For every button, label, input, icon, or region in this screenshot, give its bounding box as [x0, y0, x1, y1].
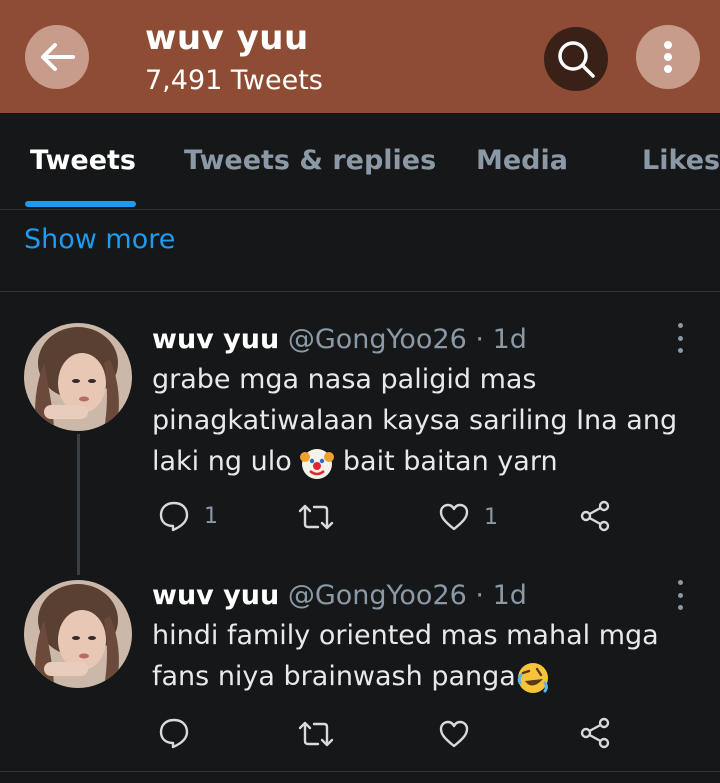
avatar[interactable] [24, 323, 132, 431]
tweet-more-button[interactable] [672, 323, 688, 353]
more-options-button[interactable] [636, 25, 700, 89]
tab-tweets-and-replies[interactable]: Tweets & replies [184, 145, 436, 176]
tweet-author-name[interactable]: wuv yuu [152, 580, 279, 611]
share-icon [580, 717, 610, 749]
retweet-button[interactable] [298, 502, 348, 532]
like-button[interactable] [438, 719, 484, 749]
heart-icon [439, 503, 469, 531]
tweet-more-button[interactable] [672, 580, 688, 610]
tab-tweets[interactable]: Tweets [30, 145, 136, 176]
tweet-text: hindi family oriented mas mahal mga fans… [152, 615, 692, 697]
back-button[interactable] [25, 25, 89, 89]
clown-face-icon [300, 448, 335, 479]
divider [0, 771, 720, 772]
tweet-time: · 1d [475, 324, 527, 355]
share-button[interactable] [579, 717, 611, 749]
arrow-left-icon [41, 43, 75, 71]
tweet-time: · 1d [475, 580, 527, 611]
reply-button[interactable]: 1 [158, 500, 218, 532]
reply-count: 1 [204, 503, 218, 529]
retweet-button[interactable] [298, 719, 348, 749]
tweet-header: wuv yuu @GongYoo26 · 1d [152, 580, 527, 611]
comment-icon [159, 718, 189, 749]
profile-tabs: Tweets Tweets & replies Media Likes [0, 113, 720, 210]
reply-button[interactable] [158, 717, 204, 749]
search-button[interactable] [544, 27, 608, 91]
retweet-icon [298, 721, 334, 747]
rolling-on-floor-laughing-icon [517, 662, 548, 693]
avatar[interactable] [24, 580, 132, 688]
tweet-handle[interactable]: @GongYoo26 [288, 324, 467, 355]
profile-header: wuv yuu 7,491 Tweets [0, 0, 720, 113]
share-button[interactable] [579, 500, 611, 532]
like-button[interactable]: 1 [438, 502, 498, 532]
like-count: 1 [484, 504, 498, 530]
tab-likes[interactable]: Likes [642, 145, 720, 176]
tweet-handle[interactable]: @GongYoo26 [288, 580, 467, 611]
tab-media[interactable]: Media [476, 145, 568, 176]
search-icon [558, 41, 595, 78]
tweet-text-line: fans niya brainwash panga [152, 656, 692, 697]
divider [0, 291, 720, 292]
more-vertical-icon [664, 41, 672, 73]
tweet-text-line: hindi family oriented mas mahal mga [152, 620, 659, 651]
thread-line [77, 434, 80, 575]
comment-icon [159, 501, 189, 532]
tweet-text: grabe mga nasa paligid mas pinagkatiwala… [152, 359, 692, 482]
active-tab-indicator [25, 201, 136, 207]
profile-name: wuv yuu [145, 18, 309, 58]
retweet-icon [298, 504, 334, 530]
share-icon [580, 500, 610, 532]
show-more-link[interactable]: Show more [24, 224, 175, 255]
tweet-text-line: laki ng ulo bait baitan yarn [152, 441, 692, 482]
heart-icon [439, 720, 469, 748]
tweet-author-name[interactable]: wuv yuu [152, 324, 279, 355]
tweet-count: 7,491 Tweets [145, 65, 323, 96]
tweet-header: wuv yuu @GongYoo26 · 1d [152, 324, 527, 355]
tweet-text-line: pinagkatiwalaan kaysa sariling Ina ang [152, 405, 678, 436]
tweet-text-line: grabe mga nasa paligid mas [152, 364, 537, 395]
